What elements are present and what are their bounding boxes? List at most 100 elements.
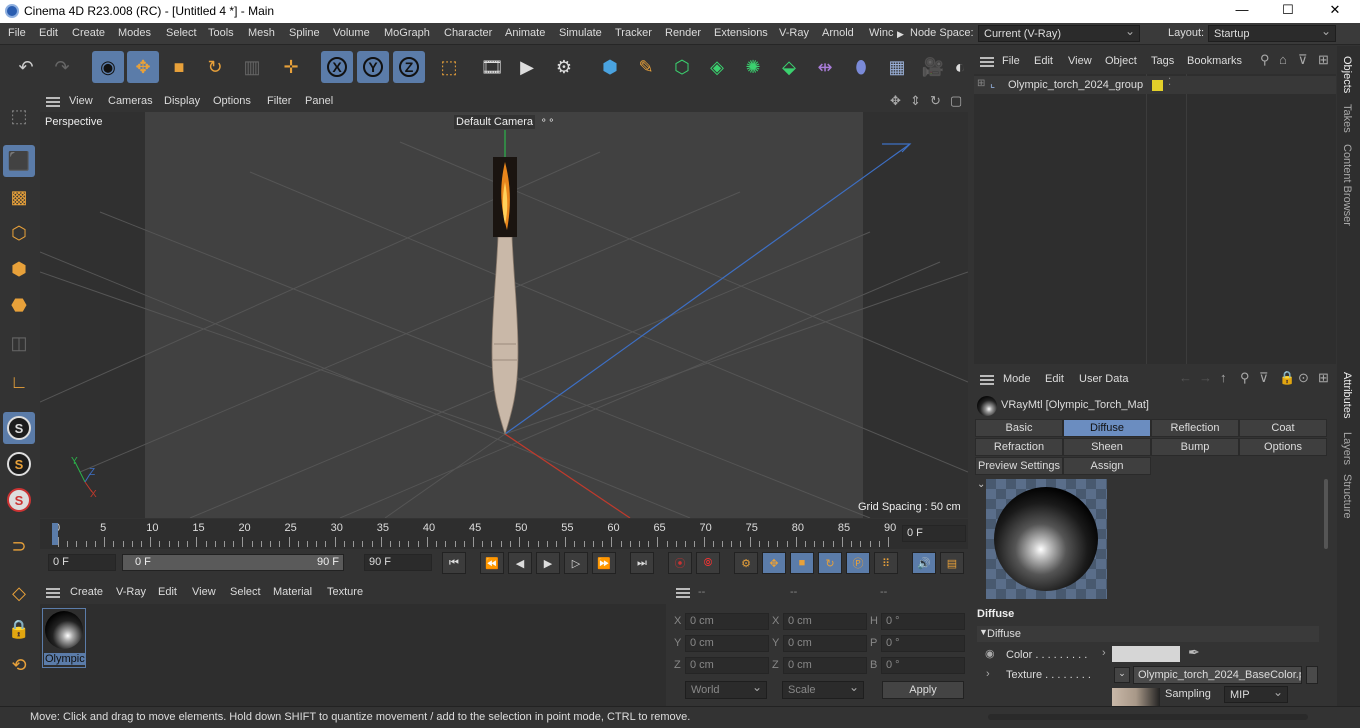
size-y-field[interactable]: 0 cm [783, 635, 867, 652]
menu-window[interactable]: Winc [869, 27, 893, 39]
current-frame-field[interactable]: 0 F [902, 525, 966, 542]
camera-icon[interactable]: 🎥 [917, 51, 949, 83]
menu-edit[interactable]: Edit [39, 27, 58, 39]
objects-hamburger-icon[interactable] [980, 57, 994, 67]
coords-hamburger-icon[interactable] [676, 588, 690, 598]
size-z-field[interactable]: 0 cm [783, 657, 867, 674]
menu-create[interactable]: Create [72, 27, 105, 39]
tab-sheen[interactable]: Sheen [1063, 438, 1151, 456]
mat-menu-texture[interactable]: Texture [327, 586, 363, 598]
coordinate-system-icon[interactable]: ⬚ [433, 51, 465, 83]
minimize-button[interactable]: — [1232, 2, 1252, 17]
end-frame-field[interactable]: 90 F [364, 554, 432, 571]
rot-h-field[interactable]: 0 ° [881, 613, 965, 630]
search-icon[interactable]: ⚲ [1260, 52, 1270, 68]
back-arrow-icon[interactable]: ← [1179, 370, 1192, 385]
redo-icon[interactable]: ↷ [46, 51, 78, 83]
menu-spline[interactable]: Spline [289, 27, 320, 39]
timeline-ruler[interactable]: 051015202530354045505560657075808590 0 F [40, 519, 968, 549]
render-settings-icon[interactable]: ⚙ [548, 51, 580, 83]
extrude-generator-icon[interactable]: ◈ [701, 51, 733, 83]
maximize-button[interactable]: ☐ [1278, 2, 1298, 18]
snap-settings-button[interactable]: S [3, 448, 35, 480]
move-tool-icon[interactable]: ✥ [127, 51, 159, 83]
attr-scrollbar[interactable] [1324, 479, 1328, 549]
sound-icon[interactable]: 🔊 [912, 552, 936, 574]
texture-path-field[interactable]: Olympic_torch_2024_BaseColor.p [1133, 666, 1302, 684]
camera-link-icon[interactable]: ⚬⚬ [540, 115, 555, 126]
filter-icon[interactable]: ⊽ [1298, 52, 1308, 68]
lock-icon[interactable]: 🔒 [1279, 370, 1295, 386]
previous-frame-icon[interactable]: ◀ [508, 552, 532, 574]
collapse-preview-icon[interactable]: ⌄ [977, 479, 985, 490]
snap-enable-button[interactable]: S [3, 412, 35, 444]
floor-icon[interactable]: ▦ [881, 51, 913, 83]
uv-mode-icon[interactable]: ◫ [3, 327, 35, 359]
perspective-viewport[interactable]: Perspective Default Camera ⚬⚬ Y Z X Grid… [40, 112, 968, 518]
undo-icon[interactable]: ↶ [10, 51, 42, 83]
subdivision-surface-icon[interactable]: ⬡ [666, 51, 698, 83]
color-animate-icon[interactable]: ◉ [985, 647, 995, 660]
viewport-hamburger-icon[interactable] [46, 97, 60, 107]
record-active-icon[interactable]: ⦿ [668, 552, 692, 574]
menu-character[interactable]: Character [444, 27, 492, 39]
texture-expand-icon[interactable]: › [986, 668, 990, 680]
layer-color-tag[interactable] [1152, 80, 1163, 91]
side-tab-layers[interactable]: Layers [1341, 432, 1353, 465]
attr-search-icon[interactable]: ⚲ [1240, 370, 1250, 386]
visibility-dots-icon[interactable]: ⁚ [1168, 77, 1171, 88]
live-selection-icon[interactable]: ◉ [92, 51, 124, 83]
menu-volume[interactable]: Volume [333, 27, 370, 39]
texture-mode-icon[interactable]: ▩ [3, 181, 35, 213]
object-row[interactable]: ⊞ ⌞ Olympic_torch_2024_group ⁚ [974, 76, 1336, 94]
menu-animate[interactable]: Animate [505, 27, 545, 39]
key-position-icon[interactable]: ✥ [762, 552, 786, 574]
pos-x-field[interactable]: 0 cm [685, 613, 769, 630]
magnet-icon[interactable]: ⊃ [3, 530, 35, 562]
menu-arnold[interactable]: Arnold [822, 27, 854, 39]
menu-tools[interactable]: Tools [208, 27, 234, 39]
tab-diffuse[interactable]: Diffuse [1063, 419, 1151, 437]
nodespace-select[interactable]: Current (V-Ray) [978, 25, 1140, 42]
toggle-view-icon[interactable]: ▢ [950, 93, 962, 109]
up-arrow-icon[interactable]: ↑ [1220, 370, 1227, 385]
menu-mesh[interactable]: Mesh [248, 27, 275, 39]
rotate-view-icon[interactable]: ↻ [930, 93, 941, 109]
coord-system-select[interactable]: World [685, 681, 767, 699]
z-axis-lock-button[interactable]: Z [393, 51, 425, 83]
timeline-window-icon[interactable]: ▤ [940, 552, 964, 574]
close-button[interactable]: ✕ [1325, 2, 1345, 18]
pos-z-field[interactable]: 0 cm [685, 657, 769, 674]
texture-browse-button[interactable] [1306, 666, 1318, 684]
color-expand-icon[interactable]: › [1102, 647, 1106, 659]
color-swatch[interactable] [1112, 646, 1180, 662]
attr-menu-userdata[interactable]: User Data [1079, 373, 1129, 385]
light-icon[interactable]: ◐ [953, 51, 967, 83]
key-parameter-icon[interactable]: Ⓟ [846, 552, 870, 574]
mat-menu-create[interactable]: Create [70, 586, 103, 598]
pos-y-field[interactable]: 0 cm [685, 635, 769, 652]
obj-menu-object[interactable]: Object [1105, 55, 1137, 67]
apply-button[interactable]: Apply [882, 681, 964, 699]
side-tab-structure[interactable]: Structure [1341, 474, 1353, 519]
attr-menu-mode[interactable]: Mode [1003, 373, 1031, 385]
render-view-icon[interactable]: 🎞 [476, 51, 508, 83]
render-to-picture-viewer-icon[interactable]: ▶ [511, 51, 543, 83]
play-icon[interactable]: ▶ [536, 552, 560, 574]
obj-menu-tags[interactable]: Tags [1151, 55, 1174, 67]
sampling-select[interactable]: MIP [1224, 686, 1288, 703]
size-x-field[interactable]: 0 cm [783, 613, 867, 630]
x-axis-lock-button[interactable]: X [321, 51, 353, 83]
tab-refraction[interactable]: Refraction [975, 438, 1063, 456]
locked-workplane-icon[interactable]: 🔒 [3, 613, 35, 645]
menu-simulate[interactable]: Simulate [559, 27, 602, 39]
go-to-start-icon[interactable]: ⏮ [442, 552, 466, 574]
model-mode-icon[interactable]: ⬛ [3, 145, 35, 177]
mograph-cubes-icon[interactable]: ⬙ [773, 51, 805, 83]
object-name[interactable]: Olympic_torch_2024_group [1008, 79, 1143, 91]
rot-b-field[interactable]: 0 ° [881, 657, 965, 674]
texture-thumbnail[interactable] [1112, 688, 1160, 706]
rotate-tool-icon[interactable]: ↻ [199, 51, 231, 83]
next-key-icon[interactable]: ⏩ [592, 552, 616, 574]
rot-p-field[interactable]: 0 ° [881, 635, 965, 652]
